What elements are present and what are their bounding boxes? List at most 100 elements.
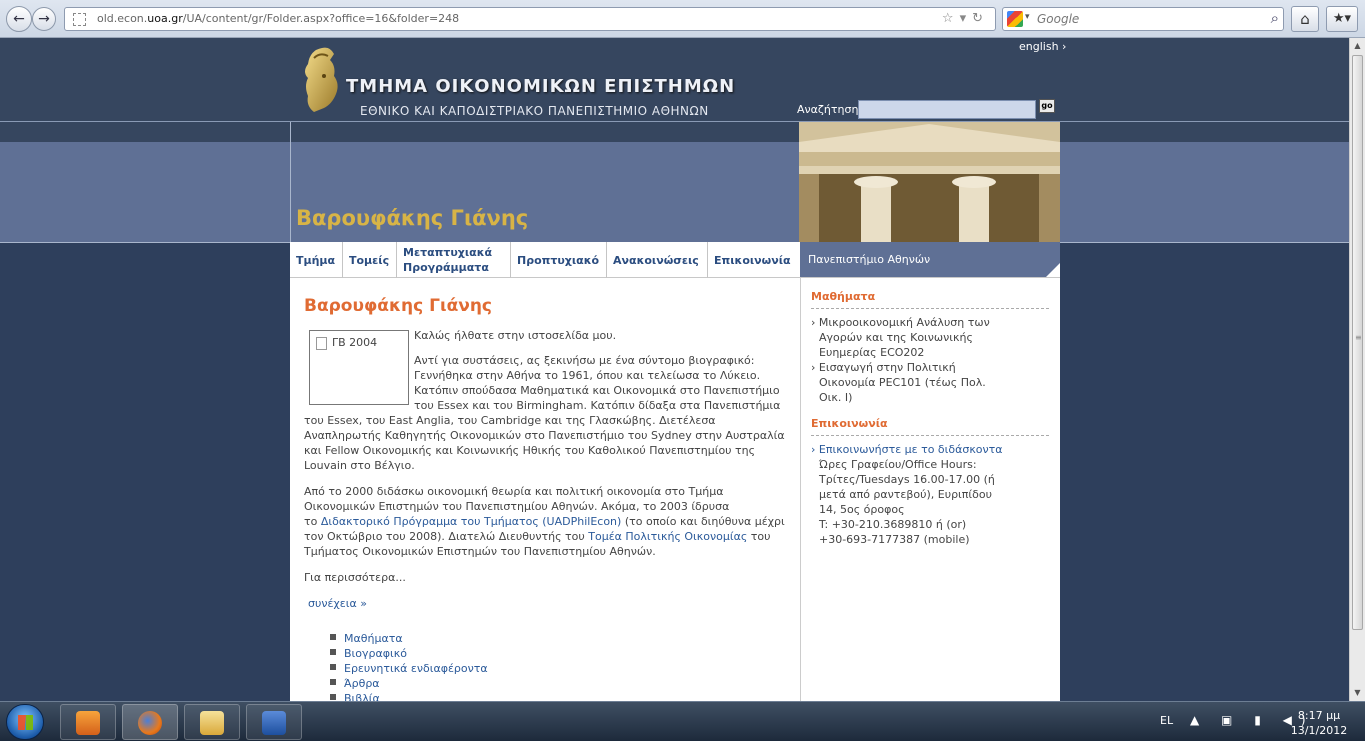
course-line: › Μικροοικονομική Ανάλυση των [811, 316, 990, 329]
url-path: /UA/content/gr/Folder.aspx?office=16&fol… [182, 12, 460, 25]
forward-button[interactable]: → [32, 7, 56, 31]
course-line: Οικ. Ι) [819, 391, 853, 404]
folder-icon [200, 711, 224, 735]
contact-line: +30-693-7177387 (mobile) [819, 533, 970, 546]
divider [811, 308, 1049, 309]
back-button[interactable]: ← [6, 6, 32, 32]
welcome-text: Καλώς ήλθατε στην ιστοσελίδα μου. [414, 329, 617, 342]
more-text: Για περισσότερα... [304, 571, 406, 584]
google-icon[interactable] [1007, 11, 1023, 27]
taskbar-explorer[interactable] [184, 704, 240, 740]
list-item-ereunitika[interactable]: Ερευνητικά ενδιαφέροντα [330, 661, 488, 676]
nav-item-tmima[interactable]: Τμήμα [290, 242, 343, 278]
start-button[interactable] [6, 704, 44, 740]
nav-item-proptyxiako[interactable]: Προπτυχιακό [511, 242, 607, 278]
bio-line: Αντί για συστάσεις, ας ξεκινήσω με ένα σ… [414, 354, 755, 367]
bio-paragraph-1b: του Essex, του East Anglia, του Cambridg… [304, 413, 785, 473]
continue-link[interactable]: συνέχεια » [308, 596, 367, 611]
list-item-mathimata[interactable]: Μαθήματα [330, 631, 488, 646]
bio-paragraph-1a: Αντί για συστάσεις, ας ξεκινήσω με ένα σ… [414, 353, 780, 413]
contact-line: T: +30-210.3689810 ή (or) [819, 518, 967, 531]
clock-time: 8:17 μμ [1297, 709, 1341, 722]
bookmarks-icon: ★▾ [1332, 11, 1352, 26]
language-indicator[interactable]: EL [1160, 714, 1173, 727]
header-dark-strip [0, 122, 1349, 142]
corner-triangle-icon [1046, 263, 1060, 277]
site-search-input[interactable] [858, 100, 1036, 119]
right-sidebar: Μαθήματα › Μικροοικονομική Ανάλυση των Α… [801, 278, 1060, 701]
site-search-go-button[interactable]: go [1039, 99, 1055, 113]
uadphilecon-link[interactable]: Διδακτορικό Πρόγραμμα του Τμήματος (UADP… [321, 515, 621, 528]
bio-line: Γεννήθηκα στην Αθήνα το 1961, όπου και τ… [414, 369, 761, 382]
list-item-arthra[interactable]: Άρθρα [330, 676, 488, 691]
section-links-list: Μαθήματα Βιογραφικό Ερευνητικά ενδιαφέρο… [330, 631, 488, 701]
main-nav: Τμήμα Τομείς Μεταπτυχιακά Προγράμματα Πρ… [290, 242, 800, 278]
taskbar-firefox[interactable] [122, 704, 178, 740]
contact-line: 14, 5ος όροφος [819, 503, 905, 516]
page-favicon-icon [73, 13, 86, 26]
url-prefix: old.econ. [97, 12, 148, 25]
scroll-up-icon[interactable]: ▲ [1350, 38, 1365, 54]
profile-image-placeholder: ΓΒ 2004 [309, 330, 409, 405]
home-button[interactable]: ⌂ [1291, 6, 1319, 32]
vertical-scrollbar[interactable]: ▲ ≡ ▼ [1349, 38, 1365, 701]
chevron-down-icon[interactable]: ▾ [1025, 12, 1030, 22]
search-icon[interactable]: ⌕ [1271, 9, 1279, 27]
english-link[interactable]: english › [1019, 40, 1066, 53]
scrollbar-thumb[interactable]: ≡ [1352, 55, 1363, 630]
contact-instructor-link[interactable]: › Επικοινωνήστε με το διδάσκοντα [811, 442, 1003, 457]
image-alt-text: ΓΒ 2004 [332, 336, 378, 349]
browser-search-bar[interactable]: ▾ Google ⌕ [1002, 7, 1284, 31]
bio-line: Τμήματος Οικονομικών Επιστημών του Πανεπ… [304, 545, 656, 558]
bio-line: και Fellow Οικονομικής και Κοινωνικής Ηθ… [304, 444, 756, 457]
course-link-pec101[interactable]: › Εισαγωγή στην Πολιτική Οικονομία PEC10… [811, 360, 986, 405]
contact-line: Ώρες Γραφείου/Office Hours: [819, 458, 977, 471]
bio-line: Από το 2000 διδάσκω οικονομική θεωρία κα… [304, 485, 724, 498]
site-search-label: Αναζήτηση: [797, 103, 863, 116]
bookmarks-button[interactable]: ★▾ [1326, 6, 1358, 32]
search-placeholder: Google [1037, 12, 1080, 26]
list-item-vivlia[interactable]: Βιβλία [330, 691, 488, 701]
bio-line: Κατόπιν σπούδασα Μαθηματικά και Οικονομι… [414, 384, 780, 397]
university-columns-image [799, 122, 1060, 242]
nav-item-anakoinoseis[interactable]: Ανακοινώσεις [607, 242, 708, 278]
site-title: ΤΜΗΜΑ ΟΙΚΟΝΟΜΙΚΩΝ ΕΠΙΣΤΗΜΩΝ [346, 76, 736, 97]
clock-date: 13/1/2012 [1290, 724, 1348, 737]
nav-item-metaptyxiaka[interactable]: Μεταπτυχιακά Προγράμματα [397, 242, 511, 278]
sidebar-heading-label: Πανεπιστήμιο Αθηνών [808, 253, 931, 266]
column-divider [290, 122, 291, 242]
nav-item-tomeis[interactable]: Τομείς [343, 242, 397, 278]
home-icon: ⌂ [1300, 10, 1310, 28]
address-bar[interactable]: old.econ.uoa.gr/UA/content/gr/Folder.asp… [64, 7, 996, 31]
course-line: Αγορών και της Κοινωνικής [819, 331, 973, 344]
scroll-down-icon[interactable]: ▼ [1350, 685, 1365, 701]
taskbar-media-player[interactable] [60, 704, 116, 740]
course-line: › Εισαγωγή στην Πολιτική [811, 361, 956, 374]
nav-item-epikoinonia[interactable]: Επικοινωνία [708, 242, 800, 278]
bio-line: το Διδακτορικό Πρόγραμμα του Τμήματος (U… [304, 514, 785, 529]
back-arrow-icon: ← [13, 11, 25, 27]
clock[interactable]: 8:17 μμ 13/1/2012 [1284, 708, 1354, 738]
bio-text: τον Οκτώβριο του 2008). Διατελώ Διευθυντ… [304, 530, 589, 543]
site-subtitle: ΕΘΝΙΚΟ ΚΑΙ ΚΑΠΟΔΙΣΤΡΙΑΚΟ ΠΑΝΕΠΙΣΤΗΜΙΟ ΑΘ… [360, 104, 709, 118]
main-content: Βαρουφάκης Γιάνης ΓΒ 2004 Καλώς ήλθατε σ… [290, 278, 801, 701]
bio-line: του Essex, του East Anglia, του Cambridg… [304, 414, 716, 427]
url-text[interactable]: old.econ.uoa.gr/UA/content/gr/Folder.asp… [97, 12, 459, 25]
bookmark-star-reload-icons[interactable]: ☆▾↻ [942, 11, 989, 26]
course-link-eco202[interactable]: › Μικροοικονομική Ανάλυση των Αγορών και… [811, 315, 990, 360]
forward-arrow-icon: → [38, 11, 50, 27]
bio-text: (το οποίο και διηύθυνα μέχρι [621, 515, 785, 528]
bio-line: Αναπληρωτής Καθηγητής Οικονομικών στο Πα… [304, 429, 785, 442]
header-blue-strip [0, 142, 1349, 242]
broken-image-icon [316, 337, 327, 350]
divider [811, 435, 1049, 436]
political-economy-link[interactable]: Τομέα Πολιτικής Οικονομίας [588, 530, 747, 543]
windows-logo-icon [18, 715, 33, 730]
course-line: Ευημερίας ECO202 [819, 346, 925, 359]
courses-heading: Μαθήματα [811, 290, 876, 303]
bio-line: Οικονομικών Επιστημών του Πανεπιστημίου … [304, 500, 730, 513]
bio-line: Louvain στο Βέλγιο. [304, 459, 415, 472]
person-title: Βαρουφάκης Γιάνης [296, 206, 529, 230]
list-item-viografiko[interactable]: Βιογραφικό [330, 646, 488, 661]
taskbar-word[interactable] [246, 704, 302, 740]
